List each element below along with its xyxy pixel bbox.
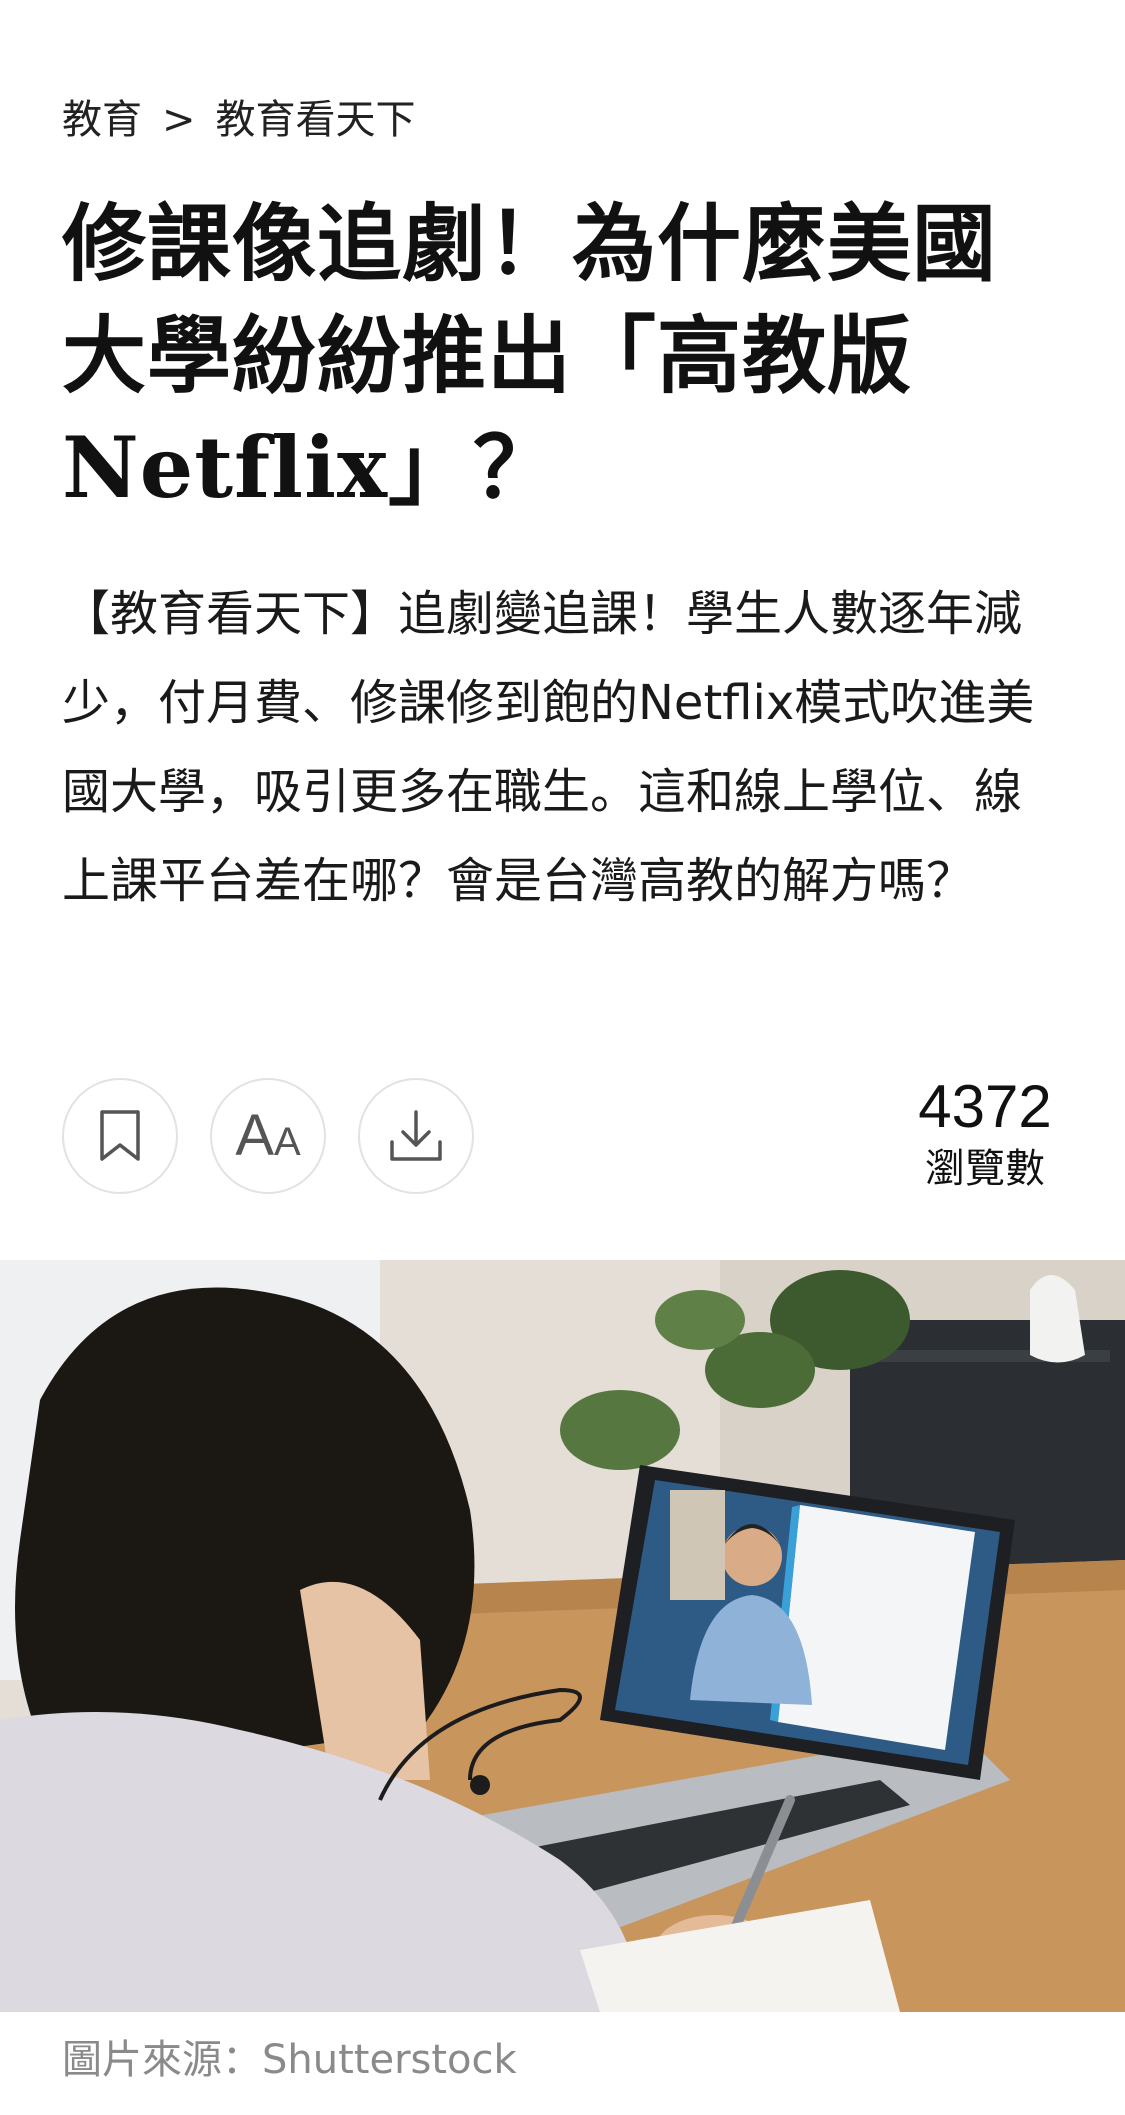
hero-illustration xyxy=(0,1260,1125,2012)
article-toolbar: AA xyxy=(62,1078,474,1194)
breadcrumb-separator: > xyxy=(162,97,196,143)
download-icon xyxy=(387,1108,445,1164)
view-count: 4372 瀏覽數 xyxy=(905,1072,1065,1196)
font-size-icon: AA xyxy=(235,1107,300,1165)
view-count-label: 瀏覽數 xyxy=(925,1146,1045,1192)
bookmark-button[interactable] xyxy=(62,1078,178,1194)
breadcrumb-item-education-world[interactable]: 教育看天下 xyxy=(216,92,416,148)
breadcrumb-item-education[interactable]: 教育 xyxy=(62,92,142,148)
view-count-number: 4372 xyxy=(918,1073,1052,1140)
font-size-label-large: A xyxy=(235,1103,274,1168)
breadcrumb: 教育 > 教育看天下 xyxy=(62,92,416,148)
image-caption: 圖片來源：Shutterstock xyxy=(62,2037,517,2083)
article-summary: 【教育看天下】追劇變追課！學生人數逐年減少，付月費、修課修到飽的Netflix模… xyxy=(62,586,1035,909)
hero-image xyxy=(0,1260,1125,2012)
font-size-label-small: A xyxy=(274,1120,301,1164)
article-title: 修課像追劇！為什麼美國大學紛紛推出「高教版Netflix」？ xyxy=(62,194,998,517)
font-size-button[interactable]: AA xyxy=(210,1078,326,1194)
download-button[interactable] xyxy=(358,1078,474,1194)
bookmark-icon xyxy=(98,1109,142,1163)
